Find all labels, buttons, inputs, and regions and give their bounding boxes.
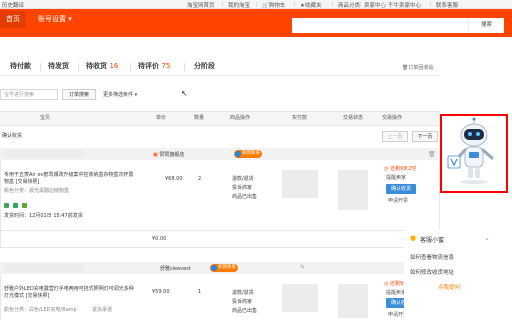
service-icon bbox=[13, 203, 18, 208]
history-link[interactable]: 历史翻译 bbox=[2, 1, 24, 9]
tab-pending-shipment[interactable]: 待发货 bbox=[48, 61, 69, 71]
nav-home[interactable]: 首页 bbox=[0, 11, 26, 28]
recycle-bin-link[interactable]: 🗑订单回收站 bbox=[402, 64, 433, 71]
status-blurred bbox=[338, 284, 368, 318]
prev-page-button[interactable]: 上一页 bbox=[382, 131, 408, 142]
unit-price: ¥68.00 bbox=[165, 176, 183, 182]
sold-link[interactable]: 商品已出售 bbox=[232, 307, 257, 314]
shop-icon: ▣ bbox=[153, 152, 158, 158]
clock-icon: ◷ bbox=[384, 281, 389, 287]
quantity: 2 bbox=[198, 176, 202, 182]
unit-price: ¥59.00 bbox=[152, 289, 170, 295]
quantity: 1 bbox=[198, 289, 202, 295]
col-item: 宝贝 bbox=[40, 115, 51, 121]
faq-logistics[interactable]: 如何查看物流信息 bbox=[410, 253, 454, 261]
paid-amount-blurred bbox=[282, 284, 318, 312]
ship-time: 发货时间：12月01日 15:47前发货 bbox=[4, 213, 83, 219]
product-spec: 颜色分类：晨光黑翻边储物盒 bbox=[4, 188, 70, 194]
search-button[interactable]: 搜索 bbox=[468, 18, 504, 33]
table-header bbox=[0, 111, 440, 126]
order-search-button[interactable]: 订单搜索 bbox=[62, 89, 96, 100]
col-qty: 数量 bbox=[194, 115, 205, 121]
apply-invoice-link[interactable]: 申请开票 bbox=[388, 197, 408, 204]
order-search-input[interactable]: 宝号进行搜索 bbox=[0, 89, 58, 100]
top-link-qianniu[interactable]: 千牛卖家中心 bbox=[388, 1, 421, 9]
paid-amount-blurred bbox=[282, 170, 318, 198]
product-title[interactable]: 舒雅户外LED充电露营灯手电两用可挂式照明灯可调光多种灯光模式 [交易快照] bbox=[4, 286, 136, 300]
tab-installments[interactable]: 分阶段 bbox=[194, 61, 215, 71]
robot-icon bbox=[447, 117, 494, 184]
bulb-icon: ● bbox=[410, 234, 417, 242]
top-divider bbox=[382, 2, 383, 7]
remind-seller-link[interactable]: 提醒卖家 bbox=[386, 174, 406, 181]
return-promise: 退货承诺 bbox=[92, 307, 113, 313]
countdown: ◷ 还剩9天2时 bbox=[384, 166, 417, 172]
tab-divider bbox=[40, 63, 41, 71]
top-divider bbox=[256, 2, 257, 7]
service-icon bbox=[4, 203, 9, 208]
product-title[interactable]: 专用于五菱Air ev鹤驾爆改升级案中控收纳盒杂物盒次杯置物盒 [交易快照] bbox=[4, 172, 136, 186]
col-ops: 商品操作 bbox=[230, 115, 251, 121]
mouse-cursor-icon: ↖ bbox=[181, 89, 188, 98]
col-paid: 实付款 bbox=[292, 115, 308, 121]
mini-title: 客服小蜜 bbox=[420, 237, 445, 244]
col-status: 交易状态 bbox=[343, 115, 364, 121]
status-blurred bbox=[338, 170, 368, 210]
tab-divider bbox=[130, 63, 131, 71]
faq-address[interactable]: 如何修改收货地址 bbox=[410, 268, 454, 276]
top-divider bbox=[332, 2, 333, 7]
more-filters-link[interactable]: 更多筛选条件 ▾ bbox=[103, 91, 137, 98]
ask-question-link[interactable]: 点我提问 bbox=[438, 283, 460, 291]
batch-confirm-link[interactable]: 确认收货 bbox=[2, 132, 22, 139]
chevron-down-icon: ▾ bbox=[68, 15, 72, 23]
chevron-down-icon: ▾ bbox=[134, 92, 138, 98]
remind-seller-link[interactable]: 提醒卖家 bbox=[386, 289, 406, 296]
confirm-receipt-button[interactable]: 确认收货 bbox=[386, 184, 416, 194]
top-divider bbox=[222, 2, 223, 7]
order-meta-blurred bbox=[4, 150, 84, 158]
assistant-robot-widget[interactable] bbox=[440, 114, 508, 193]
top-divider bbox=[294, 2, 295, 7]
refund-link[interactable]: 退款/退货 bbox=[232, 175, 254, 182]
clock-icon: ◷ bbox=[384, 166, 389, 172]
service-icon bbox=[22, 203, 27, 208]
top-link-home[interactable]: 淘宝网首页 bbox=[187, 1, 215, 9]
complain-link[interactable]: 投诉商家 bbox=[232, 298, 252, 305]
top-link-cart[interactable]: 🛒购物车 bbox=[262, 1, 285, 9]
subtotal: ¥0.00 bbox=[152, 236, 167, 242]
order-card bbox=[0, 148, 440, 248]
complain-link[interactable]: 投诉商家 bbox=[232, 184, 252, 191]
product-spec: 颜色分类：白色/LED充电/Bamp bbox=[4, 307, 77, 313]
top-bar: 历史翻译 淘宝网首页 我的淘宝 🛒购物车 ★收藏夹 商品分类 卖家中心 千牛卖家… bbox=[0, 0, 512, 9]
shop-name[interactable]: ▣ 赞赞旗舰店 bbox=[153, 151, 184, 158]
top-link-favorites[interactable]: ★收藏夹 bbox=[300, 1, 321, 9]
chevron-down-icon[interactable]: ⌄ bbox=[484, 234, 490, 242]
nav-account-settings[interactable]: 账号设置 ▾ bbox=[32, 11, 78, 28]
top-link-service[interactable]: 联系客服 bbox=[436, 1, 458, 9]
top-divider bbox=[360, 2, 361, 7]
tab-pending-receipt[interactable]: 待收货 16 bbox=[86, 61, 118, 71]
tab-divider bbox=[184, 63, 185, 71]
delete-icon[interactable]: 🗑 bbox=[428, 151, 436, 158]
tab-divider bbox=[78, 63, 79, 71]
mini-assistant-panel: ● 客服小蜜 ⌄ 如何查看物流信息 如何修改收货地址 点我提问 bbox=[404, 230, 512, 320]
sold-link[interactable]: 商品已出售 bbox=[232, 193, 257, 200]
contact-seller-badge[interactable]: 和我联系 bbox=[210, 264, 238, 272]
col-actions: 交易操作 bbox=[382, 115, 403, 121]
next-page-button[interactable]: 下一页 bbox=[412, 131, 438, 142]
tab-pending-review[interactable]: 待评价 75 bbox=[138, 61, 170, 71]
refund-link[interactable]: 退款/退货 bbox=[232, 289, 254, 296]
tab-pending-payment[interactable]: 待付款 bbox=[10, 61, 31, 71]
contact-seller-badge[interactable]: 和我联系 bbox=[234, 150, 262, 158]
top-divider bbox=[430, 2, 431, 7]
shop-name[interactable]: 舒雅sleevest bbox=[160, 265, 191, 272]
divider bbox=[0, 230, 440, 231]
col-price: 单价 bbox=[156, 115, 167, 121]
order-meta-blurred bbox=[4, 264, 84, 272]
top-link-categories[interactable]: 商品分类 bbox=[338, 1, 360, 9]
edit-icon[interactable]: ✎ bbox=[300, 264, 305, 271]
top-link-my-taobao[interactable]: 我的淘宝 bbox=[228, 1, 250, 9]
